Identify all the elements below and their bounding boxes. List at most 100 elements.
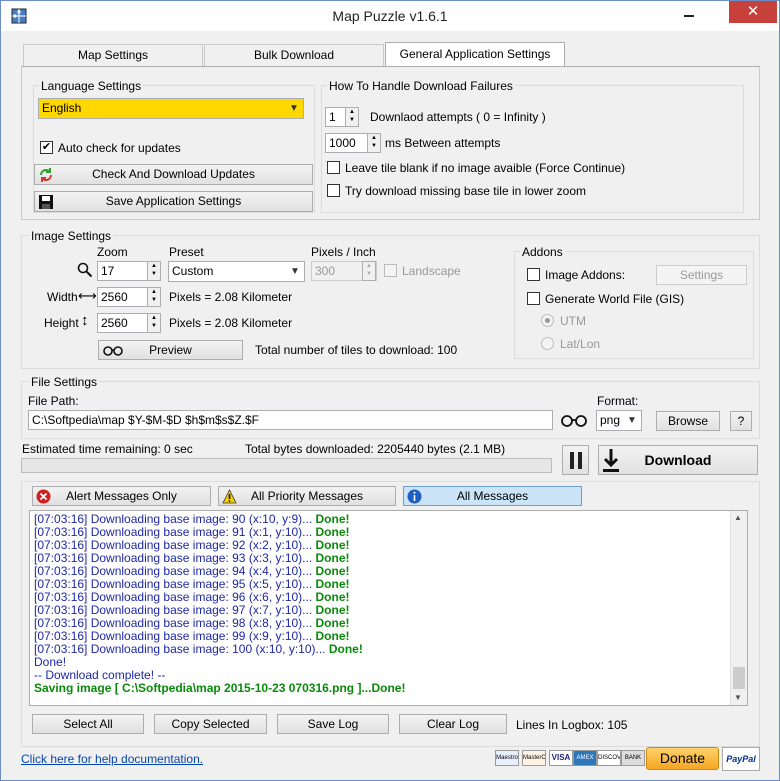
log-scrollbar-thumb[interactable]	[733, 667, 745, 689]
select-all-button[interactable]: Select All	[32, 714, 144, 734]
info-icon	[407, 489, 422, 504]
scroll-down-icon[interactable]: ▼	[734, 693, 742, 702]
pixels-per-inch-spinner[interactable]: ▲ ▼	[362, 261, 376, 281]
landscape-label: Landscape	[402, 264, 461, 278]
help-documentation-link[interactable]: Click here for help documentation.	[21, 752, 203, 766]
try-lower-zoom-checkbox[interactable]	[327, 184, 340, 197]
copy-selected-button[interactable]: Copy Selected	[154, 714, 267, 734]
binoculars-icon	[103, 346, 123, 356]
language-settings-label: Language Settings	[39, 79, 144, 93]
height-label: Height	[44, 316, 79, 330]
clear-log-button[interactable]: Clear Log	[399, 714, 507, 734]
pause-icon	[570, 452, 582, 469]
ms-between-attempts-spinner[interactable]: ▲ ▼	[367, 133, 381, 153]
bank-icon: BANK	[621, 750, 645, 766]
total-tiles-label: Total number of tiles to download: 100	[255, 343, 458, 357]
latlon-radio[interactable]	[541, 337, 554, 350]
format-select[interactable]: png ▼	[596, 410, 642, 431]
lines-in-logbox-label: Lines In Logbox: 105	[516, 718, 628, 732]
browse-button[interactable]: Browse	[656, 411, 720, 431]
log-done-line: Done!	[34, 655, 67, 669]
filter-alert-messages-button[interactable]: Alert Messages Only	[32, 486, 211, 506]
title-bar: Map Puzzle v1.6.1 ✕	[1, 1, 779, 31]
log-line-text: [07:03:16] Downloading base image: 97 (x…	[34, 603, 316, 617]
log-line: [07:03:16] Downloading base image: 97 (x…	[34, 603, 350, 617]
log-line-text: [07:03:16] Downloading base image: 96 (x…	[34, 590, 316, 604]
leave-tile-blank-checkbox[interactable]	[327, 161, 340, 174]
preset-label: Preset	[169, 245, 204, 259]
log-line: [07:03:16] Downloading base image: 100 (…	[34, 642, 363, 656]
log-scrollbar[interactable]: ▲ ▼	[730, 511, 747, 705]
save-log-button[interactable]: Save Log	[277, 714, 389, 734]
auto-check-updates-label: Auto check for updates	[58, 141, 181, 155]
minimize-button[interactable]	[666, 1, 712, 25]
format-label: Format:	[597, 394, 639, 408]
download-progress-bar	[21, 458, 552, 473]
log-box[interactable]: [07:03:16] Downloading base image: 90 (x…	[29, 510, 748, 706]
filter-priority-label: All Priority Messages	[250, 489, 364, 503]
image-addons-checkbox[interactable]	[527, 268, 540, 281]
width-spinner[interactable]: ▲ ▼	[147, 287, 161, 307]
file-path-input[interactable]: C:\Softpedia\map $Y-$M-$D $h$m$s$Z.$F	[28, 410, 553, 430]
preset-select[interactable]: Custom ▼	[168, 261, 305, 282]
check-download-updates-button[interactable]: Check And Download Updates	[34, 164, 313, 185]
tab-map-settings[interactable]: Map Settings	[23, 44, 203, 66]
binoculars-icon[interactable]	[560, 413, 588, 427]
zoom-spinner[interactable]: ▲ ▼	[147, 261, 161, 281]
filter-all-messages-button[interactable]: All Messages	[403, 486, 582, 506]
log-line-status: Done!	[315, 629, 350, 643]
log-line-status: Done!	[315, 512, 350, 526]
log-line-status: Done!	[315, 603, 350, 617]
donate-button[interactable]: Donate	[646, 747, 719, 770]
warning-icon	[222, 489, 237, 504]
download-button[interactable]: Download	[598, 445, 758, 475]
log-line-text: [07:03:16] Downloading base image: 90 (x…	[34, 512, 316, 526]
pause-button[interactable]	[562, 445, 589, 475]
filter-priority-messages-button[interactable]: All Priority Messages	[218, 486, 396, 506]
download-label: Download	[644, 452, 712, 468]
download-attempts-spinner[interactable]: ▲ ▼	[345, 107, 359, 127]
auto-check-updates-checkbox[interactable]: ✔	[40, 141, 53, 154]
utm-radio[interactable]	[541, 314, 554, 327]
visa-card-icon: VISA	[549, 750, 573, 766]
ms-between-attempts-label: ms Between attempts	[385, 136, 501, 150]
addons-settings-button[interactable]: Settings	[656, 265, 747, 285]
log-line-status: Done!	[315, 590, 350, 604]
log-saving-line: Saving image [ C:\Softpedia\map 2015-10-…	[34, 681, 406, 695]
floppy-disk-icon	[39, 195, 53, 209]
preview-label: Preview	[149, 343, 192, 357]
height-spinner[interactable]: ▲ ▼	[147, 313, 161, 333]
filter-alert-label: Alert Messages Only	[66, 489, 177, 503]
generate-world-file-checkbox[interactable]	[527, 292, 540, 305]
log-line-text: [07:03:16] Downloading base image: 98 (x…	[34, 616, 316, 630]
chevron-down-icon: ▼	[289, 103, 299, 114]
landscape-checkbox[interactable]	[384, 264, 397, 277]
log-complete-line: -- Download complete! --	[34, 668, 166, 682]
log-line: [07:03:16] Downloading base image: 99 (x…	[34, 629, 350, 643]
language-select[interactable]: English ▼	[38, 98, 304, 119]
download-arrow-icon	[603, 449, 619, 472]
check-download-updates-label: Check And Download Updates	[92, 167, 255, 181]
help-button[interactable]: ?	[730, 411, 752, 431]
zoom-label: Zoom	[97, 245, 128, 259]
close-button[interactable]: ✕	[729, 1, 777, 23]
save-application-settings-button[interactable]: Save Application Settings	[34, 191, 313, 212]
log-line: [07:03:16] Downloading base image: 93 (x…	[34, 551, 350, 565]
leave-tile-blank-label: Leave tile blank if no image avaible (Fo…	[345, 161, 626, 175]
width-kilometer-label: Pixels = 2.08 Kilometer	[169, 290, 293, 304]
log-line-text: [07:03:16] Downloading base image: 91 (x…	[34, 525, 316, 539]
preview-button[interactable]: Preview	[98, 340, 243, 360]
tab-general-application-settings[interactable]: General Application Settings	[385, 42, 565, 67]
log-line-status: Done!	[315, 577, 350, 591]
bytes-downloaded-label: Total bytes downloaded: 2205440 bytes (2…	[245, 442, 506, 456]
log-line: [07:03:16] Downloading base image: 90 (x…	[34, 512, 350, 526]
image-settings-label: Image Settings	[29, 229, 114, 243]
scroll-up-icon[interactable]: ▲	[734, 513, 742, 522]
paypal-logo[interactable]: PayPal	[722, 747, 760, 771]
generate-world-file-label: Generate World File (GIS)	[545, 292, 685, 306]
log-line: [07:03:16] Downloading base image: 96 (x…	[34, 590, 350, 604]
pixels-per-inch-label: Pixels / Inch	[311, 245, 376, 259]
tab-bulk-download[interactable]: Bulk Download	[204, 44, 384, 66]
height-kilometer-label: Pixels = 2.08 Kilometer	[169, 316, 293, 330]
log-line-text: [07:03:16] Downloading base image: 94 (x…	[34, 564, 316, 578]
